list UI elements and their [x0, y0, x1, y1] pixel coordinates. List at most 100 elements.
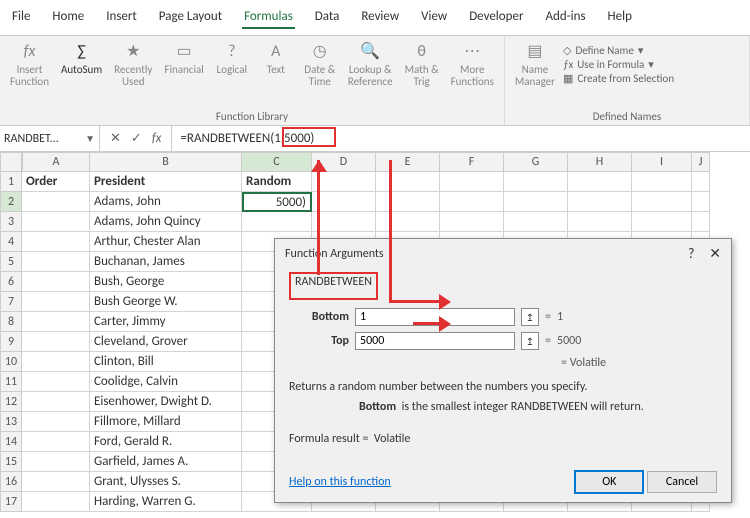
confirm-formula-icon[interactable]: ✓ — [131, 131, 142, 146]
cell-A8[interactable] — [22, 312, 90, 332]
cell-C1[interactable]: Random — [242, 172, 312, 192]
col-header-c[interactable]: C — [242, 152, 312, 172]
cell-D3[interactable] — [312, 212, 376, 232]
cell-E3[interactable] — [376, 212, 440, 232]
row-header-13[interactable]: 13 — [0, 412, 22, 432]
collapse-dialog-icon[interactable]: ↥ — [521, 332, 539, 350]
cell-A13[interactable] — [22, 412, 90, 432]
row-header-1[interactable]: 1 — [0, 172, 22, 192]
cell-A17[interactable] — [22, 492, 90, 512]
cell-B15[interactable]: Garfield, James A. — [90, 452, 242, 472]
cell-G3[interactable] — [504, 212, 568, 232]
col-header-h[interactable]: H — [568, 152, 632, 172]
logical-button[interactable]: ? Logical — [212, 40, 252, 78]
cell-F1[interactable] — [440, 172, 504, 192]
cell-B17[interactable]: Harding, Warren G. — [90, 492, 242, 512]
cell-A7[interactable] — [22, 292, 90, 312]
help-icon[interactable]: ? — [688, 245, 695, 262]
define-name-button[interactable]: ◇Define Name ▾ — [563, 44, 674, 57]
cell-D2[interactable] — [312, 192, 376, 212]
cell-H1[interactable] — [568, 172, 632, 192]
row-header-8[interactable]: 8 — [0, 312, 22, 332]
cell-I3[interactable] — [632, 212, 692, 232]
cell-A6[interactable] — [22, 272, 90, 292]
row-header-2[interactable]: 2 — [0, 192, 22, 212]
formula-input[interactable]: =RANDBETWEEN(1,5000) — [172, 126, 750, 151]
cell-G2[interactable] — [504, 192, 568, 212]
col-header-j[interactable]: J — [692, 152, 710, 172]
menu-formulas[interactable]: Formulas — [242, 6, 295, 29]
row-header-10[interactable]: 10 — [0, 352, 22, 372]
cell-A2[interactable] — [22, 192, 90, 212]
cell-A12[interactable] — [22, 392, 90, 412]
cell-A1[interactable]: Order — [22, 172, 90, 192]
insert-function-button[interactable]: fx InsertFunction — [6, 40, 53, 90]
col-header-e[interactable]: E — [376, 152, 440, 172]
text-button[interactable]: A Text — [256, 40, 296, 78]
select-all-corner[interactable] — [0, 152, 22, 172]
cell-F2[interactable] — [440, 192, 504, 212]
row-header-4[interactable]: 4 — [0, 232, 22, 252]
chevron-down-icon[interactable]: ▼ — [85, 132, 95, 145]
cell-B5[interactable]: Buchanan, James — [90, 252, 242, 272]
row-header-5[interactable]: 5 — [0, 252, 22, 272]
cell-B9[interactable]: Cleveland, Grover — [90, 332, 242, 352]
row-header-3[interactable]: 3 — [0, 212, 22, 232]
name-manager-button[interactable]: ▤ NameManager — [511, 40, 559, 90]
ok-button[interactable]: OK — [574, 470, 644, 494]
row-header-16[interactable]: 16 — [0, 472, 22, 492]
cell-B3[interactable]: Adams, John Quincy — [90, 212, 242, 232]
col-header-a[interactable]: A — [22, 152, 90, 172]
name-box[interactable]: RANDBET... ▼ — [0, 126, 100, 151]
cell-H2[interactable] — [568, 192, 632, 212]
cell-B13[interactable]: Fillmore, Millard — [90, 412, 242, 432]
menu-home[interactable]: Home — [50, 6, 86, 29]
close-icon[interactable]: ✕ — [709, 245, 721, 262]
create-from-selection-button[interactable]: ▦Create from Selection — [563, 72, 674, 85]
row-header-9[interactable]: 9 — [0, 332, 22, 352]
cell-D1[interactable] — [312, 172, 376, 192]
cell-B2[interactable]: Adams, John — [90, 192, 242, 212]
cell-A14[interactable] — [22, 432, 90, 452]
cell-B16[interactable]: Grant, Ulysses S. — [90, 472, 242, 492]
cell-J2[interactable] — [692, 192, 710, 212]
cell-B6[interactable]: Bush, George — [90, 272, 242, 292]
cell-B12[interactable]: Eisenhower, Dwight D. — [90, 392, 242, 412]
cell-A10[interactable] — [22, 352, 90, 372]
row-header-6[interactable]: 6 — [0, 272, 22, 292]
row-header-15[interactable]: 15 — [0, 452, 22, 472]
cancel-button[interactable]: Cancel — [647, 471, 717, 493]
math-button[interactable]: θ Math &Trig — [401, 40, 443, 90]
menu-review[interactable]: Review — [359, 6, 401, 29]
cell-B10[interactable]: Clinton, Bill — [90, 352, 242, 372]
menu-add-ins[interactable]: Add-ins — [543, 6, 587, 29]
cell-B14[interactable]: Ford, Gerald R. — [90, 432, 242, 452]
cell-B8[interactable]: Carter, Jimmy — [90, 312, 242, 332]
autosum-button[interactable]: ∑ AutoSum — [57, 40, 106, 78]
financial-button[interactable]: ▭ Financial — [160, 40, 207, 78]
row-header-12[interactable]: 12 — [0, 392, 22, 412]
cell-C2[interactable]: 5000) — [242, 192, 312, 212]
cell-I1[interactable] — [632, 172, 692, 192]
collapse-dialog-icon[interactable]: ↥ — [521, 308, 539, 326]
row-header-7[interactable]: 7 — [0, 292, 22, 312]
menu-insert[interactable]: Insert — [104, 6, 139, 29]
cell-B4[interactable]: Arthur, Chester Alan — [90, 232, 242, 252]
menu-page-layout[interactable]: Page Layout — [157, 6, 224, 29]
cell-B11[interactable]: Coolidge, Calvin — [90, 372, 242, 392]
col-header-b[interactable]: B — [90, 152, 242, 172]
cell-B1[interactable]: President — [90, 172, 242, 192]
col-header-i[interactable]: I — [632, 152, 692, 172]
menu-developer[interactable]: Developer — [467, 6, 525, 29]
cell-A5[interactable] — [22, 252, 90, 272]
row-header-17[interactable]: 17 — [0, 492, 22, 512]
date-time-button[interactable]: ◷ Date &Time — [300, 40, 340, 90]
cell-J1[interactable] — [692, 172, 710, 192]
cell-B7[interactable]: Bush George W. — [90, 292, 242, 312]
cell-E1[interactable] — [376, 172, 440, 192]
top-arg-input[interactable] — [355, 332, 515, 350]
cell-A3[interactable] — [22, 212, 90, 232]
col-header-g[interactable]: G — [504, 152, 568, 172]
col-header-f[interactable]: F — [440, 152, 504, 172]
cell-F3[interactable] — [440, 212, 504, 232]
